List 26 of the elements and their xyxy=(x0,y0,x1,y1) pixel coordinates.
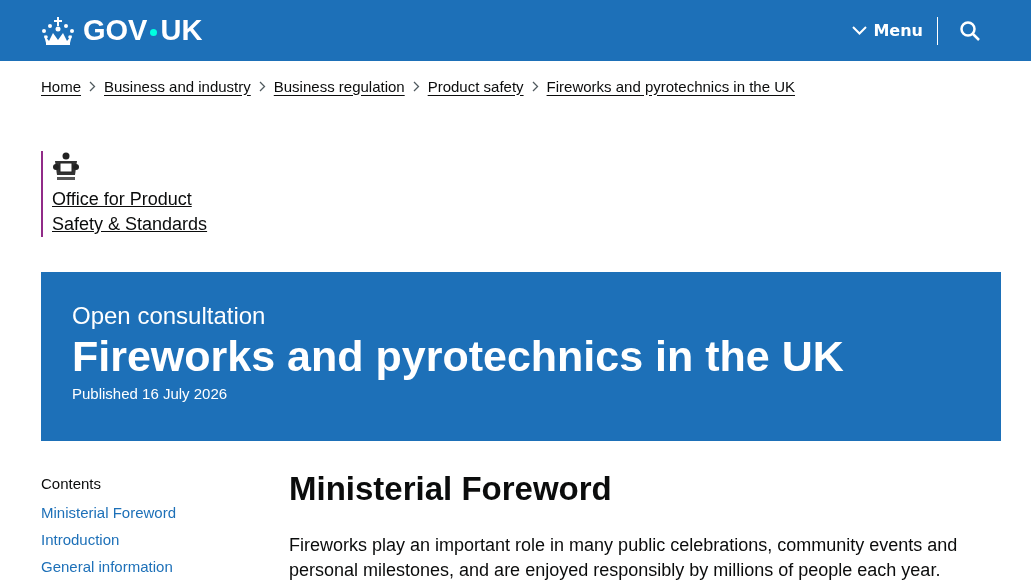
breadcrumb-link[interactable]: Business regulation xyxy=(273,77,405,95)
published-date: Published 16 July 2026 xyxy=(72,385,229,402)
body-paragraph: Fireworks play an important role in many public celebrations, community events and personal milestones, and are enjoyed responsibly by millions of people each year. xyxy=(289,534,959,580)
breadcrumb-link[interactable]: Product safety xyxy=(427,77,524,95)
gov-uk-logo[interactable]: GOV UK xyxy=(41,14,203,47)
contents-link[interactable]: Ministerial Foreword xyxy=(41,504,289,521)
contents-link[interactable]: Introduction xyxy=(41,531,289,548)
breadcrumb-link[interactable]: Home xyxy=(41,77,81,95)
contents-link[interactable]: General information xyxy=(41,558,289,575)
search-icon xyxy=(960,20,980,41)
crest-icon xyxy=(52,151,80,183)
organisation-link[interactable]: Office for Product Safety & Standards xyxy=(52,187,222,237)
menu-button[interactable]: Menu xyxy=(838,21,937,40)
chevron-down-icon xyxy=(852,26,868,35)
document-type: Open consultation xyxy=(72,302,267,330)
chevron-right-icon xyxy=(531,80,539,92)
crown-icon xyxy=(41,15,75,46)
page-title: Fireworks and pyrotechnics in the UK xyxy=(72,332,845,381)
chevron-right-icon xyxy=(412,80,420,92)
chevron-right-icon xyxy=(89,80,96,92)
section-heading: Ministerial Foreword xyxy=(289,470,613,508)
breadcrumb-link[interactable]: Fireworks and pyrotechnics in the UK xyxy=(546,77,795,95)
contents-heading: Contents xyxy=(41,475,103,492)
chevron-right-icon xyxy=(258,80,266,92)
breadcrumb-link[interactable]: Business and industry xyxy=(104,77,251,95)
dot-icon xyxy=(150,28,158,36)
